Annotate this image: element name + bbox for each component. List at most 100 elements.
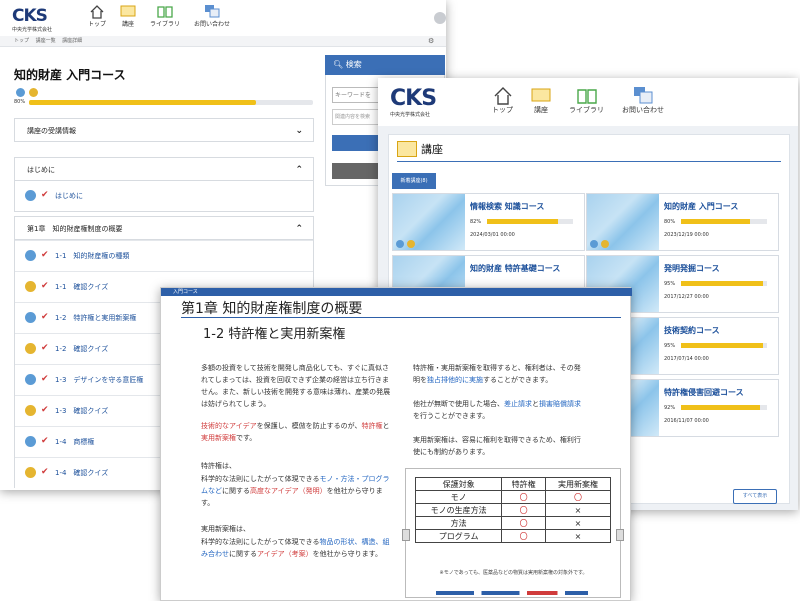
table-cell: モノの生産方法 [414, 503, 503, 517]
table-cell: × [544, 516, 612, 530]
course-card-progress-label: 80% [664, 219, 676, 225]
slide-left-p2: 技術的なアイデアを保護し、模倣を防止するのが、特許権と実用新案権です。 [201, 420, 395, 444]
text-plain: 科学的な法則にしたがって体現できる [201, 475, 320, 483]
text-plain: を保護し、模倣を防止するのが、 [256, 422, 362, 430]
show-all-button[interactable]: すべて表示 [733, 489, 777, 504]
resize-handle-left[interactable] [402, 529, 410, 541]
course-card-title[interactable]: 知的財産 特許基礎コース [470, 263, 560, 274]
accordion-chapter1[interactable]: 第1章 知的財産権制度の概要 ⌃ [14, 216, 314, 240]
logo-subtext: 中央光学株式会社 [390, 112, 431, 118]
video-icon [25, 250, 36, 261]
nav-course[interactable]: 講座 [531, 86, 551, 115]
nav-contact[interactable]: お問い合わせ [194, 4, 230, 28]
breadcrumb: トップ 講座一覧 講座詳細 ⚙ [0, 36, 446, 47]
quiz-icon [25, 405, 36, 416]
brand-logo[interactable]: CKS 中央光学株式会社 [12, 6, 52, 33]
progress-fill [29, 100, 257, 105]
settings-icon[interactable]: ⚙ [428, 36, 434, 46]
course-card-progress-bar [681, 281, 767, 286]
course-card-date: 2016/11/07 00:00 [664, 418, 709, 424]
breadcrumb-text[interactable]: トップ 講座一覧 講座詳細 [14, 38, 82, 44]
check-icon: ✔ [41, 405, 49, 415]
course-card-date: 2023/12/19 00:00 [664, 232, 709, 238]
course-card[interactable]: 情報検索 知識コース 82% 2024/03/01 00:00 [392, 193, 585, 251]
resize-handle-right[interactable] [616, 529, 624, 541]
video-badge-icon [590, 240, 598, 248]
progress-label: 80% [14, 99, 26, 105]
slide-left-p6: 科学的な法則にしたがって体現できる物品の形状、構造、組み合わせに関するアイデア（… [201, 536, 395, 560]
table-cell: 方法 [414, 516, 503, 530]
text-plain: することができます。 [483, 376, 553, 384]
quiz-icon [25, 343, 36, 354]
table-cell: モノ [414, 490, 503, 504]
progress-fill [487, 219, 558, 224]
course-card[interactable]: 知的財産 入門コース 80% 2023/12/19 00:00 [586, 193, 779, 251]
comparison-table-frame: 保護対象 特許権 実用新案権 モノ〇〇モノの生産方法〇 × 方法〇 × プログラム〇 × ※モノ… [402, 468, 624, 598]
table-row: 方法〇 × [414, 516, 612, 530]
video-icon [25, 374, 36, 385]
nav-course-label: 講座 [534, 106, 548, 114]
nav-library[interactable]: ライブラリ [150, 4, 180, 28]
nav-contact[interactable]: お問い合わせ [622, 86, 664, 115]
nav-top[interactable]: トップ [88, 4, 106, 28]
table-header: 保護対象 [414, 477, 503, 491]
text-highlight: 独占排他的に実施 [427, 376, 483, 384]
nav-contact-label: お問い合わせ [622, 106, 664, 114]
accordion-chapter1-label: 第1章 知的財産権制度の概要 [27, 225, 123, 233]
nav-top-label: トップ [88, 21, 107, 28]
course-card-progress-bar [487, 219, 573, 224]
text-plain: 他社が無断で使用した場合、 [413, 400, 504, 408]
course-card-progress-label: 92% [664, 405, 676, 411]
table-cell: 〇 [501, 516, 546, 530]
nav-top[interactable]: トップ [492, 86, 513, 115]
intro-list: ✔ はじめに [14, 181, 314, 212]
table-row: プログラム〇 × [414, 529, 612, 543]
course-card-title[interactable]: 情報検索 知識コース [470, 201, 544, 212]
table-row: モノ〇〇 [414, 490, 612, 504]
table-cell: 〇 [501, 503, 546, 517]
course-thumbnail [587, 194, 659, 250]
course-card-title[interactable]: 知的財産 入門コース [664, 201, 738, 212]
quiz-badge-icon [407, 240, 415, 248]
text-highlight: 差止請求 [504, 400, 532, 408]
text-highlight: 損害賠償請求 [539, 400, 581, 408]
course-card-progress-label: 82% [470, 219, 482, 225]
tab-new-courses[interactable]: 新着講座(8) [392, 173, 436, 189]
quiz-badge-icon [601, 240, 609, 248]
course-card-date: 2024/03/01 00:00 [470, 232, 515, 238]
course-card-title[interactable]: 特許権侵害回避コース [664, 387, 744, 398]
slide-right-p3: 実用新案権は、容易に権利を取得できるため、権利行使にも制約があります。 [413, 436, 581, 456]
list-item-label: 1-1 知的財産権の種類 [55, 252, 130, 260]
course-title: 知的財産 入門コース [14, 68, 126, 82]
check-icon: ✔ [41, 312, 49, 322]
brand-logo[interactable]: CKS 中央光学株式会社 [390, 86, 437, 118]
accordion-info[interactable]: 講座の受講情報 ⌄ [14, 118, 314, 142]
slide-right-p1: 特許権・実用新案権を取得すると、権利者は、その発明を独占排他的に実施することがで… [413, 362, 583, 386]
list-item[interactable]: ✔ 1-1 知的財産権の種類 [15, 240, 313, 271]
slide-window: 入門コース 第1章 知的財産権制度の概要 1-2 特許権と実用新案権 多額の投資… [160, 287, 632, 601]
nav-library-label: ライブラリ [150, 21, 181, 28]
nav-course[interactable]: 講座 [120, 4, 136, 28]
intro-item-label: はじめに [55, 192, 83, 200]
course-card-title[interactable]: 発明発掘コース [664, 263, 720, 274]
list-item[interactable]: ✔ はじめに [14, 181, 314, 212]
video-badge-icon [16, 88, 25, 97]
user-avatar[interactable] [434, 12, 446, 24]
list-item-label: 1-3 デザインを守る意匠権 [55, 376, 144, 384]
heading-divider [397, 161, 781, 162]
home-icon [90, 5, 104, 19]
list-item-label: 1-2 確認クイズ [55, 345, 109, 353]
table-cell: 〇 [501, 490, 546, 504]
text-highlight: アイデア（考案） [257, 550, 313, 558]
slide-section-title: 1-2 特許権と実用新案権 [203, 327, 346, 342]
book-icon [576, 89, 597, 104]
site-header: CKS 中央光学株式会社 トップ 講座 ライブラリ お問い合わせ [378, 78, 798, 126]
accordion-intro[interactable]: はじめに ⌃ [14, 157, 314, 181]
table-cell: 〇 [544, 490, 612, 504]
quiz-badge-icon [29, 88, 38, 97]
course-card-progress-bar [681, 219, 767, 224]
course-card-title[interactable]: 技術契約コース [664, 325, 720, 336]
chevron-down-icon: ⌄ [295, 126, 303, 136]
video-icon [25, 312, 36, 323]
nav-library[interactable]: ライブラリ [569, 86, 604, 115]
